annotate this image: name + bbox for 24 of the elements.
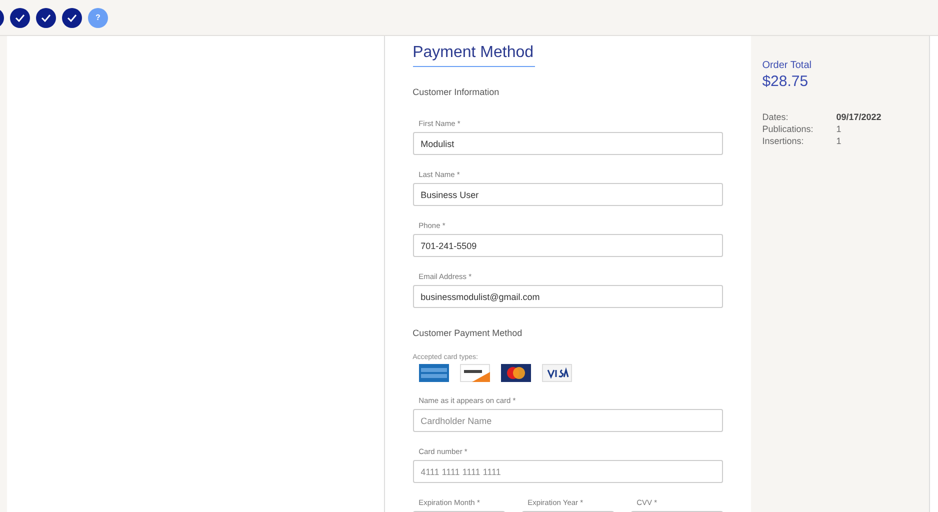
- input-field[interactable]: Business User: [412, 183, 723, 206]
- summary-value: 1: [836, 136, 842, 146]
- section-heading: Customer Information: [412, 87, 500, 97]
- summary-label: Dates:: [762, 112, 790, 122]
- input-field[interactable]: Modulist: [412, 132, 723, 155]
- order-total-amount: $28.75: [762, 73, 810, 90]
- input-field[interactable]: 4111 1111 1111 1111: [412, 460, 723, 483]
- order-total-label: Order Total: [762, 60, 812, 71]
- input-field[interactable]: 701-241-5509: [412, 234, 723, 257]
- summary-value: 1: [836, 124, 842, 134]
- mastercard-icon: [500, 364, 531, 382]
- input-field[interactable]: businessmodulist@gmail.com: [412, 285, 723, 308]
- form-title: Payment Method: [412, 44, 535, 67]
- summary-label: Insertions:: [762, 136, 805, 146]
- input-field[interactable]: Cardholder Name: [412, 409, 723, 432]
- discover-card-icon: [460, 364, 490, 382]
- section-heading: Customer Payment Method: [412, 328, 524, 338]
- visa-card-icon: [542, 364, 572, 382]
- completed-step-icon[interactable]: [36, 8, 56, 28]
- summary-value: 09/17/2022: [836, 112, 882, 122]
- completed-step-icon[interactable]: [10, 8, 30, 28]
- completed-step-icon[interactable]: [62, 8, 82, 28]
- summary-label: Publications:: [762, 124, 814, 134]
- amex-card-icon: [418, 364, 449, 382]
